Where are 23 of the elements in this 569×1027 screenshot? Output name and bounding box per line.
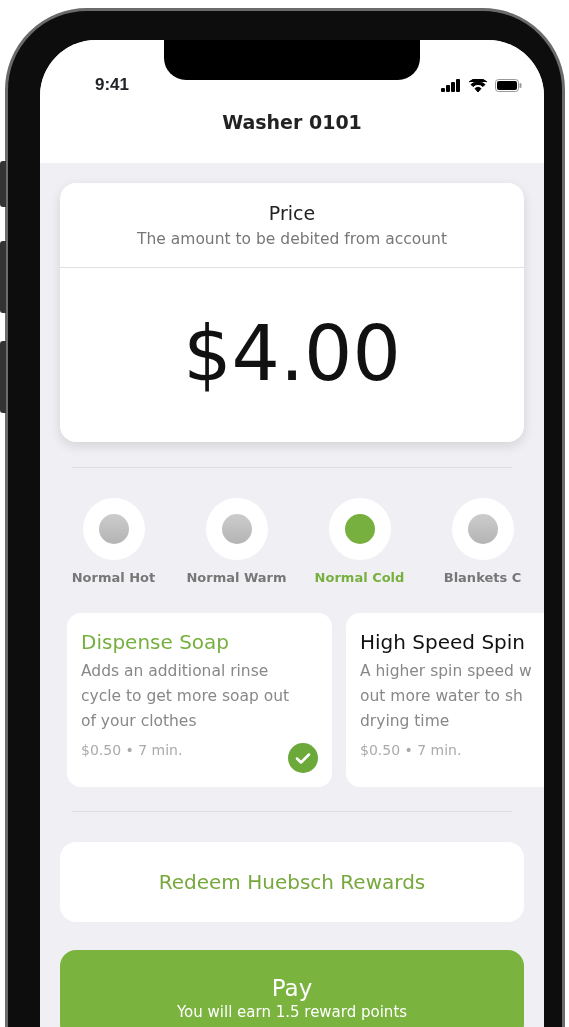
option-title: Dispense Soap — [81, 629, 231, 657]
option-description: A higher spin speed w out more water to sh drying time — [360, 661, 533, 733]
option-price-time: $0.50 • 7 min. — [81, 741, 183, 761]
option-title: High Speed Spin — [360, 629, 526, 657]
price-title: Price — [267, 201, 317, 226]
battery-icon — [495, 78, 522, 92]
option-price-time: $0.50 • 7 min. — [360, 741, 462, 761]
cycle-label: Normal Warm — [186, 568, 287, 587]
cycle-label: Blankets C — [443, 568, 522, 587]
price-amount: $4.00 — [183, 307, 401, 400]
cycle-label: Normal Cold — [314, 568, 405, 587]
pay-button[interactable]: Pay You will earn 1.5 reward points — [60, 950, 524, 1027]
status-time: 9:41 — [95, 74, 130, 97]
option-description: Adds an additional rinse cycle to get more soap out of your clothes — [81, 661, 291, 733]
check-icon — [288, 743, 318, 774]
signal-icon — [441, 78, 461, 92]
rewards-button[interactable]: Redeem Huebsch Rewards — [60, 842, 524, 923]
option-card[interactable]: Dispense Soap Adds an additional rinse cycle to get more soap out of your clothes $0.50 • 7 min. — [67, 613, 332, 788]
wifi-icon — [469, 78, 487, 92]
option-card[interactable]: High Speed Spin A higher spin speed w out more water to sh drying time $0.50 • 7 min. — [346, 613, 544, 788]
price-subtitle: The amount to be debited from account — [136, 228, 448, 250]
screen-title: Washer 0101 — [221, 110, 363, 135]
cycle-label: Normal Hot — [71, 568, 156, 587]
